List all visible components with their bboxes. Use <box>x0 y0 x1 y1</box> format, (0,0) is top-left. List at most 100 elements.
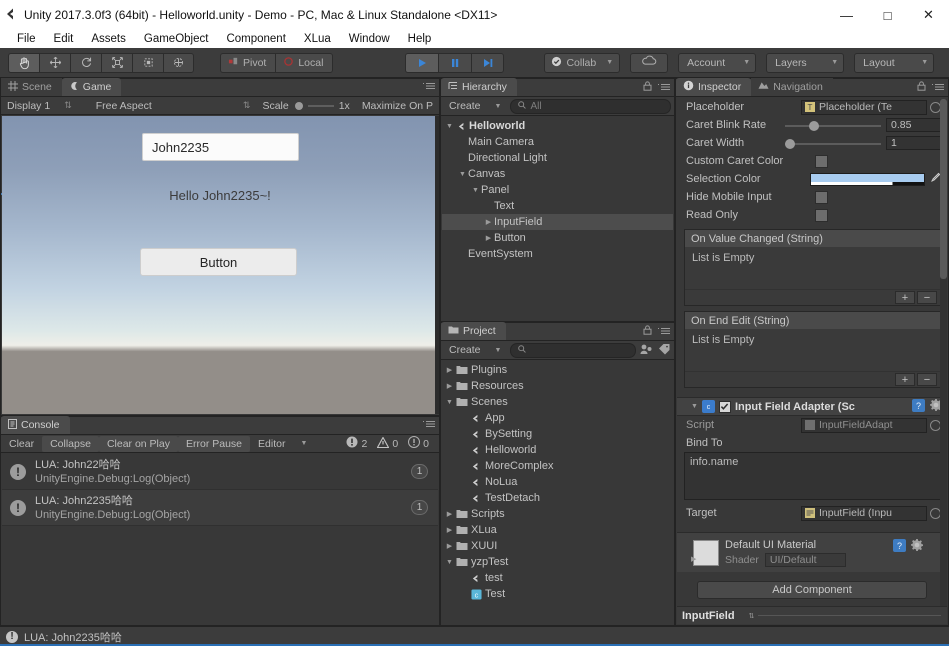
project-create-button[interactable]: Create ▼ <box>444 343 506 358</box>
error-counter[interactable]: 2 <box>342 436 371 452</box>
menu-file[interactable]: File <box>8 30 45 48</box>
input-field-adapter-header[interactable]: ▼ c Input Field Adapter (Sc ? <box>677 397 947 416</box>
project-item-nolua[interactable]: NoLua <box>442 474 673 490</box>
help-icon[interactable]: ? <box>912 398 925 415</box>
console-error-pause-toggle[interactable]: Error Pause <box>177 435 251 452</box>
shader-value[interactable]: UI/Default <box>764 552 846 567</box>
chevron-down-icon[interactable]: ▼ <box>444 399 455 406</box>
hierarchy-item-helloworld[interactable]: ▼ Helloworld <box>442 118 673 134</box>
step-button[interactable] <box>471 52 505 73</box>
project-item-bysetting[interactable]: BySetting <box>442 426 673 442</box>
target-object-field[interactable]: InputField (Inpu <box>801 505 927 521</box>
slider-knob[interactable] <box>785 138 795 149</box>
menu-edit[interactable]: Edit <box>45 30 83 48</box>
game-view-scrollbar[interactable] <box>435 116 439 414</box>
updown-icon[interactable]: ⇅ <box>749 612 755 620</box>
chevron-right-icon[interactable]: ▶ <box>444 382 455 390</box>
display-dropdown[interactable]: Display 1 ⇅ <box>1 98 78 114</box>
chevron-right-icon[interactable]: ▶ <box>444 542 455 550</box>
local-toggle[interactable]: Local <box>275 52 334 73</box>
hierarchy-item-main-camera[interactable]: Main Camera <box>442 134 673 150</box>
game-render-area[interactable]: John2235 Hello John2235~! Button <box>2 116 438 414</box>
hierarchy-item-canvas[interactable]: ▼ Canvas <box>442 166 673 182</box>
menu-component[interactable]: Component <box>217 30 294 48</box>
panel-menu-icon[interactable] <box>931 82 945 94</box>
scale-knob[interactable] <box>294 101 303 110</box>
menu-gameobject[interactable]: GameObject <box>135 30 218 48</box>
aspect-dropdown[interactable]: Free Aspect ⇅ <box>90 98 257 114</box>
menu-assets[interactable]: Assets <box>82 30 135 48</box>
game-input-field[interactable]: John2235 <box>142 133 299 161</box>
pivot-toggle[interactable]: Pivot <box>220 52 276 73</box>
project-item-xlua[interactable]: ▶ XLua <box>442 522 673 538</box>
tab-console[interactable]: Console <box>1 416 70 434</box>
project-item-app[interactable]: App <box>442 410 673 426</box>
layout-dropdown[interactable]: Layout ▼ <box>854 52 935 73</box>
log-row[interactable]: ! LUA: John2235哈哈 UnityEngine.Debug:Log(… <box>2 490 438 526</box>
project-item-helloworld[interactable]: Helloworld <box>442 442 673 458</box>
panel-menu-icon[interactable] <box>657 82 671 94</box>
account-dropdown[interactable]: Account ▼ <box>678 52 757 73</box>
hierarchy-item-eventsystem[interactable]: EventSystem <box>442 246 673 262</box>
tab-inspector[interactable]: Inspector <box>676 78 752 96</box>
bind-to-textarea[interactable]: info.name <box>684 452 941 500</box>
menu-window[interactable]: Window <box>340 30 399 48</box>
hide-mobile-input-checkbox[interactable] <box>815 190 828 204</box>
game-action-button[interactable]: Button <box>140 248 297 276</box>
project-tree[interactable]: ▶ Plugins ▶ Resources ▼ Scenes App BySetting Hel… <box>442 362 673 624</box>
tab-project[interactable]: Project <box>441 322 506 340</box>
hierarchy-item-button[interactable]: ▶ Button <box>442 230 673 246</box>
hierarchy-item-directional-light[interactable]: Directional Light <box>442 150 673 166</box>
project-item-test[interactable]: test <box>442 570 673 586</box>
layers-dropdown[interactable]: Layers ▼ <box>766 52 845 73</box>
console-clear-button[interactable]: Clear <box>1 436 42 452</box>
hierarchy-search-input[interactable]: All <box>510 98 671 114</box>
play-button[interactable] <box>405 52 439 73</box>
project-search-input[interactable] <box>510 342 636 358</box>
menu-xlua[interactable]: XLua <box>295 30 340 48</box>
chevron-down-icon[interactable]: ▼ <box>457 171 468 178</box>
event-add-button[interactable]: + <box>895 373 915 386</box>
project-item-testdetach[interactable]: TestDetach <box>442 490 673 506</box>
event-add-button[interactable]: + <box>895 291 915 304</box>
console-clear-on-play-toggle[interactable]: Clear on Play <box>98 435 178 452</box>
scale-tool-icon[interactable] <box>101 52 132 73</box>
collab-button[interactable]: Collab ▼ <box>544 52 621 73</box>
console-log-list[interactable]: ! LUA: John22哈哈 UnityEngine.Debug:Log(Ob… <box>2 454 438 624</box>
lock-icon[interactable] <box>643 325 652 338</box>
inspector-scrollbar[interactable] <box>940 99 947 606</box>
event-remove-button[interactable]: − <box>917 373 937 386</box>
console-editor-dropdown[interactable]: Editor ▼ <box>250 436 315 452</box>
read-only-checkbox[interactable] <box>815 208 828 222</box>
tab-game[interactable]: Game <box>61 78 122 96</box>
placeholder-object-field[interactable]: T Placeholder (Te <box>801 99 927 115</box>
tab-hierarchy[interactable]: Hierarchy <box>441 78 517 96</box>
filter-by-label-icon[interactable] <box>658 343 671 358</box>
add-component-button[interactable]: Add Component <box>697 581 927 599</box>
log-row[interactable]: ! LUA: John22哈哈 UnityEngine.Debug:Log(Ob… <box>2 454 438 490</box>
chevron-down-icon[interactable]: ▼ <box>691 403 698 410</box>
chevron-right-icon[interactable]: ▶ <box>691 555 696 563</box>
hierarchy-tree[interactable]: ▼ Helloworld Main Camera Directional Light ▼… <box>442 118 673 320</box>
hand-tool-icon[interactable] <box>8 52 39 73</box>
caret-width-slider[interactable] <box>785 137 881 150</box>
tab-scene[interactable]: Scene <box>1 78 62 96</box>
minimize-button[interactable]: — <box>826 0 867 30</box>
project-item-test[interactable]: c Test <box>442 586 673 602</box>
hierarchy-item-inputfield[interactable]: ▶ InputField <box>442 214 673 230</box>
custom-caret-color-checkbox[interactable] <box>815 154 828 168</box>
warning-counter[interactable]: 0 <box>373 435 402 452</box>
caret-blink-rate-slider[interactable] <box>785 119 881 132</box>
chevron-right-icon[interactable]: ▶ <box>483 234 494 242</box>
project-item-morecomplex[interactable]: MoreComplex <box>442 458 673 474</box>
lock-icon[interactable] <box>643 81 652 94</box>
rect-tool-icon[interactable] <box>132 52 163 73</box>
chevron-right-icon[interactable]: ▶ <box>483 218 494 226</box>
project-item-scripts[interactable]: ▶ Scripts <box>442 506 673 522</box>
panel-menu-icon[interactable] <box>657 326 671 338</box>
hierarchy-item-text[interactable]: Text <box>442 198 673 214</box>
maximize-on-play-toggle[interactable]: Maximize On P <box>356 98 439 114</box>
chevron-down-icon[interactable]: ▼ <box>470 187 481 194</box>
event-header[interactable]: On End Edit (String) <box>685 312 940 329</box>
project-item-xuui[interactable]: ▶ XUUI <box>442 538 673 554</box>
